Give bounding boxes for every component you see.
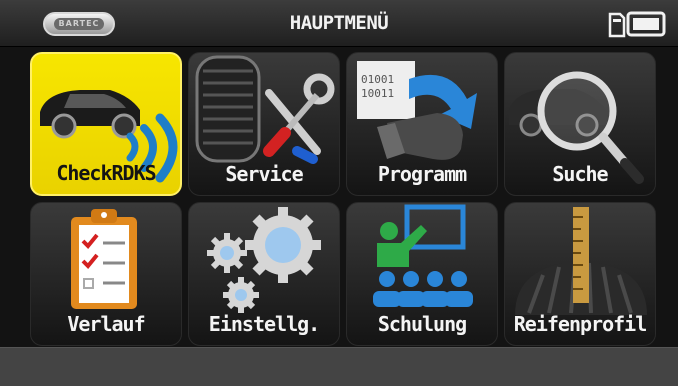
menu-tile-einstellg[interactable]: Einstellg. (188, 202, 340, 346)
menu-tile-verlauf[interactable]: Verlauf (30, 202, 182, 346)
menu-tile-label: CheckRDKS (56, 161, 156, 185)
battery-icon (626, 11, 666, 37)
page-title: HAUPTMENÜ (289, 12, 389, 34)
device-screen: BARTEC HAUPTMENÜ CheckRDKS Service 01001… (0, 0, 678, 386)
menu-tile-label: Suche (552, 162, 608, 186)
menu-tile-label: Verlauf (67, 312, 145, 336)
menu-tile-label: Schulung (377, 312, 467, 336)
menu-tile-programm[interactable]: 01001 10011 Programm (346, 52, 498, 196)
menu-tile-checkrdks[interactable]: CheckRDKS (30, 52, 182, 196)
sd-card-icon (608, 12, 626, 38)
menu-tile-label: Programm (377, 162, 467, 186)
menu-tile-schulung[interactable]: Schulung (346, 202, 498, 346)
menu-tile-label: Reifenprofil (513, 312, 648, 336)
svg-text:10011: 10011 (361, 87, 394, 100)
svg-text:01001: 01001 (361, 73, 394, 86)
menu-tile-label: Service (225, 162, 303, 186)
header-bar: BARTEC HAUPTMENÜ (0, 0, 678, 47)
main-menu-grid: CheckRDKS Service 01001 10011 Programm S… (30, 52, 658, 346)
bottom-bar (0, 347, 678, 386)
status-icons (608, 10, 668, 38)
menu-tile-reifenprofil[interactable]: Reifenprofil (504, 202, 656, 346)
menu-tile-label: Einstellg. (208, 312, 320, 336)
menu-tile-service[interactable]: Service (188, 52, 340, 196)
menu-tile-suche[interactable]: Suche (504, 52, 656, 196)
